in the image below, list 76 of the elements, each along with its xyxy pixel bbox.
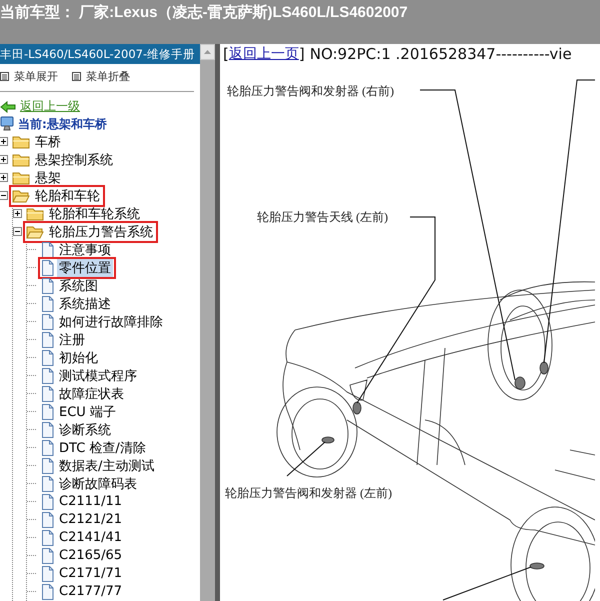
- leader-line: [286, 442, 326, 476]
- current-location-label: 当前:悬架和车桥: [18, 116, 107, 133]
- tree-item[interactable]: C2141/41: [57, 530, 124, 546]
- expand-icon[interactable]: [0, 173, 8, 182]
- tree-item[interactable]: C2171/71: [57, 566, 124, 582]
- folder-icon: [12, 134, 30, 149]
- page-icon: [41, 566, 54, 582]
- open-folder-icon: [26, 224, 44, 239]
- computer-icon: [0, 116, 14, 132]
- tree-item[interactable]: 轮胎压力警告系统: [47, 222, 155, 241]
- page-icon: [41, 458, 54, 474]
- open-folder-icon: [12, 188, 30, 203]
- callout-label: 轮胎压力警告天线 (左前): [257, 209, 388, 226]
- left-arrow-icon: [0, 100, 16, 113]
- page-icon: [41, 368, 54, 384]
- page-icon: [41, 314, 54, 330]
- tree-item[interactable]: C2121/21: [57, 512, 124, 528]
- page-icon: [41, 584, 54, 600]
- page-icon: [41, 296, 54, 312]
- page-icon: [41, 386, 54, 402]
- tree-item[interactable]: 轮胎和车轮: [33, 186, 102, 205]
- tree-item[interactable]: ECU 端子: [57, 402, 118, 421]
- menu-item[interactable]: 菜单折叠: [86, 69, 130, 84]
- collapse-icon[interactable]: [0, 191, 8, 200]
- page-icon: [41, 260, 54, 276]
- tree-item[interactable]: C2111/11: [57, 494, 124, 510]
- folder-icon: [12, 170, 30, 185]
- tree-item[interactable]: DTC 检查/清除: [57, 438, 148, 457]
- tree-item[interactable]: 数据表/主动测试: [57, 456, 156, 475]
- menu-item[interactable]: 菜单展开: [14, 69, 58, 84]
- tree-item[interactable]: 系统描述: [57, 294, 113, 313]
- page-icon: [41, 422, 54, 438]
- page-icon: [41, 512, 54, 528]
- collapse-icon[interactable]: [13, 227, 22, 236]
- back-link[interactable]: 返回上一级: [20, 98, 80, 116]
- document-number: NO:92PC:1 .2016528347----------vie: [310, 45, 572, 63]
- callout-label: 轮胎压力警告阀和发射器 (右前): [227, 83, 394, 100]
- tree-item[interactable]: 初始化: [57, 348, 100, 367]
- list-icon: [72, 72, 81, 82]
- folder-icon: [26, 206, 44, 221]
- tree-item[interactable]: 车桥: [33, 132, 63, 151]
- vehicle-model-title: 当前车型： 厂家:Lexus（凌志-雷克萨斯)LS460L/LS4602007: [0, 3, 408, 22]
- list-icon: [0, 72, 9, 82]
- folder-icon: [12, 152, 30, 167]
- page-icon: [41, 494, 54, 510]
- page-icon: [41, 350, 54, 366]
- page-icon: [41, 440, 54, 456]
- page-icon: [41, 242, 54, 258]
- callout-label: 轮胎压力警告阀和发射器 (左前): [225, 485, 392, 502]
- tree-item[interactable]: 注册: [57, 330, 87, 349]
- page-icon: [41, 332, 54, 348]
- back-link[interactable]: 返回上一页: [228, 45, 299, 63]
- expand-icon[interactable]: [13, 209, 22, 218]
- tree-item[interactable]: 测试模式程序: [57, 366, 139, 385]
- tree-item[interactable]: C2177/77: [57, 584, 124, 600]
- bracket-text: [: [223, 45, 229, 63]
- tree-item[interactable]: 系统图: [57, 276, 100, 295]
- manual-title-bar: 丰田-LS460/LS460L-2007-维修手册: [0, 44, 200, 64]
- tree-item[interactable]: C2165/65: [57, 548, 124, 564]
- tree-item[interactable]: 悬架: [33, 168, 63, 187]
- tree-item[interactable]: 零件位置: [57, 258, 113, 277]
- tree-item[interactable]: 故障症状表: [57, 384, 126, 403]
- tree-item[interactable]: 诊断故障码表: [57, 474, 139, 493]
- expand-icon[interactable]: [0, 155, 8, 164]
- tree-item[interactable]: 注意事项: [57, 240, 113, 259]
- tree-item[interactable]: 悬架控制系统: [33, 150, 115, 169]
- page-icon: [41, 476, 54, 492]
- tree-item[interactable]: 诊断系统: [57, 420, 113, 439]
- page-icon: [41, 530, 54, 546]
- tree-item[interactable]: 如何进行故障排除: [57, 312, 165, 331]
- expand-icon[interactable]: [0, 137, 8, 146]
- bracket-text: ]: [298, 45, 305, 63]
- page-icon: [41, 404, 54, 420]
- page-icon: [41, 278, 54, 294]
- tree-item[interactable]: 轮胎和车轮系统: [47, 204, 142, 223]
- page-icon: [41, 548, 54, 564]
